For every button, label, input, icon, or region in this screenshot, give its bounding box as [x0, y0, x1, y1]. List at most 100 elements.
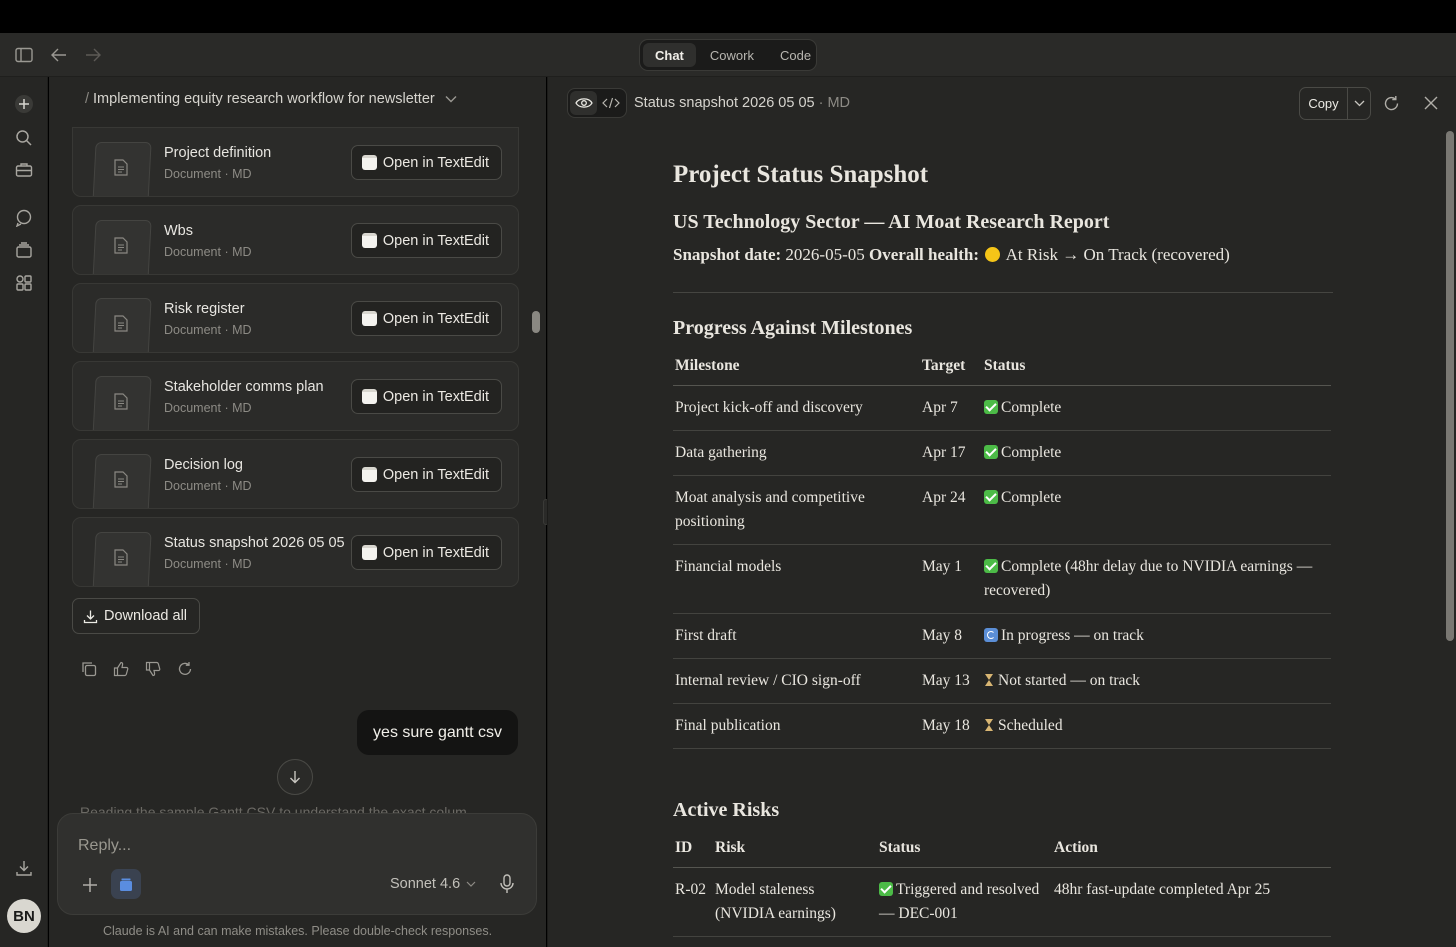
col-status: Status: [982, 349, 1331, 386]
file-card[interactable]: Project definition Document · MD Open in T…: [72, 127, 519, 197]
title-bar: Chat Cowork Code: [0, 33, 1456, 77]
open-in-textedit-button[interactable]: Open in TextEdit: [350, 379, 502, 414]
yellow-circle-icon: [985, 247, 1001, 262]
file-card[interactable]: Status snapshot 2026 05 05 Document · MD O…: [72, 517, 519, 587]
milestone-status: Complete: [1001, 489, 1062, 506]
model-selector[interactable]: Sonnet 4.6: [390, 876, 476, 892]
thumbs-up-icon[interactable]: [111, 659, 130, 678]
forward-arrow-icon[interactable]: [82, 44, 104, 66]
new-chat-icon[interactable]: [13, 93, 35, 115]
milestone-status-cell: Scheduled: [982, 703, 1331, 749]
hourglass-icon: [984, 718, 995, 732]
open-in-textedit-button[interactable]: Open in TextEdit: [350, 145, 502, 180]
thumbs-down-icon[interactable]: [143, 659, 162, 678]
milestone-target: Apr 17: [920, 430, 982, 476]
refresh-icon[interactable]: [1381, 93, 1401, 113]
chat-title-prefix: /: [85, 91, 90, 107]
file-name: Decision log: [164, 457, 243, 473]
open-in-textedit-button[interactable]: Open in TextEdit: [350, 457, 502, 492]
check-icon: [984, 490, 998, 504]
document-icon: [114, 315, 130, 333]
table-row: Project kick-off and discovery Apr 7 Compl…: [673, 385, 1331, 431]
sidebar-toggle-icon[interactable]: [13, 44, 35, 66]
open-in-textedit-button[interactable]: Open in TextEdit: [350, 535, 502, 570]
file-meta: Document · MD: [164, 167, 252, 181]
document-icon: [114, 393, 130, 411]
copy-button-group: Copy: [1299, 87, 1371, 120]
avatar[interactable]: BN: [7, 899, 41, 933]
milestone-target: May 18: [920, 703, 982, 749]
projects-icon[interactable]: [13, 239, 35, 261]
snapshot-date-value: 2026-05-05: [781, 245, 869, 264]
tab-chat[interactable]: Chat: [643, 43, 696, 67]
open-in-textedit-button[interactable]: Open in TextEdit: [350, 301, 502, 336]
file-card[interactable]: Stakeholder comms plan Document · MD Open …: [72, 361, 519, 431]
microphone-icon[interactable]: [498, 874, 518, 896]
chevron-down-icon[interactable]: [1348, 88, 1370, 119]
copy-button[interactable]: Copy: [1300, 88, 1348, 119]
preview-eye-icon[interactable]: [570, 91, 597, 115]
toolbox-icon[interactable]: [13, 159, 35, 181]
chat-scrollbar[interactable]: [532, 311, 540, 333]
arrow-down-icon: [290, 771, 300, 784]
milestone-target: May 8: [920, 613, 982, 659]
document-icon: [114, 549, 130, 567]
plus-icon[interactable]: [80, 875, 100, 895]
risks-table: ID Risk Status Action R-02 Model stalenes…: [673, 831, 1331, 937]
retry-icon[interactable]: [175, 659, 194, 678]
scroll-to-bottom-button[interactable]: [277, 759, 313, 795]
milestone-target: May 1: [920, 544, 982, 614]
file-meta: Document · MD: [164, 323, 252, 337]
reply-box[interactable]: Reply... Sonnet 4.6: [57, 813, 537, 915]
hourglass-icon: [984, 673, 995, 687]
top-bezel: [0, 0, 1456, 33]
document-icon: [114, 237, 130, 255]
check-icon: [984, 445, 998, 459]
file-card-list: Project definition Document · MD Open in T…: [72, 127, 519, 595]
open-in-textedit-button[interactable]: Open in TextEdit: [350, 223, 502, 258]
milestone-status: Complete: [1001, 399, 1062, 416]
milestone-status-cell: Complete: [982, 430, 1331, 476]
document-icon: [114, 471, 130, 489]
risk-action: 48hr fast-update completed Apr 25: [1052, 867, 1331, 937]
risk-id: R-02: [673, 867, 713, 937]
milestone-status-cell: In progress — on track: [982, 613, 1331, 659]
open-button-label: Open in TextEdit: [382, 310, 489, 327]
textedit-icon: [361, 311, 377, 326]
file-card[interactable]: Risk register Document · MD Open in TextEd…: [72, 283, 519, 353]
chats-icon[interactable]: [13, 207, 35, 229]
table-row: Financial models May 1 Complete (48hr dela…: [673, 544, 1331, 614]
file-meta: Document · MD: [164, 401, 252, 415]
file-card[interactable]: Decision log Document · MD Open in TextEdi…: [72, 439, 519, 509]
snapshot-line: Snapshot date: 2026-05-05 Overall health…: [673, 245, 1230, 265]
table-row: First draft May 8 In progress — on track: [673, 613, 1331, 659]
file-meta: Document · MD: [164, 557, 252, 571]
download-all-button[interactable]: Download all: [72, 598, 201, 634]
artifacts-icon[interactable]: [13, 272, 35, 294]
user-message: yes sure gantt csv: [357, 710, 518, 755]
download-icon[interactable]: [13, 857, 35, 879]
chat-title[interactable]: / Implementing equity research workflow …: [85, 91, 457, 107]
back-arrow-icon[interactable]: [48, 44, 70, 66]
close-icon[interactable]: [1421, 93, 1441, 113]
document-icon: [114, 159, 130, 177]
file-title: Status snapshot 2026 05 05 · MD: [634, 95, 850, 111]
code-view-icon[interactable]: [597, 91, 624, 115]
panel-scrollbar[interactable]: [1446, 131, 1454, 641]
tab-code[interactable]: Code: [768, 43, 823, 67]
search-icon[interactable]: [13, 127, 35, 149]
check-icon: [984, 559, 998, 573]
risk-status: Triggered and resolved — DEC-001: [879, 881, 1040, 922]
copy-icon[interactable]: [79, 659, 98, 678]
open-button-label: Open in TextEdit: [382, 544, 489, 561]
textedit-icon: [361, 389, 377, 404]
tab-cowork[interactable]: Cowork: [698, 43, 766, 67]
download-all-label: Download all: [104, 608, 188, 624]
reply-input[interactable]: Reply...: [78, 837, 131, 855]
table-row: Internal review / CIO sign-off May 13 Not …: [673, 658, 1331, 704]
file-card[interactable]: Wbs Document · MD Open in TextEdit: [72, 205, 519, 275]
project-box-icon[interactable]: [111, 869, 141, 899]
risks-heading: Active Risks: [673, 799, 780, 821]
chevron-down-icon[interactable]: [445, 95, 457, 103]
risk-description: Model staleness (NVIDIA earnings): [713, 867, 877, 937]
